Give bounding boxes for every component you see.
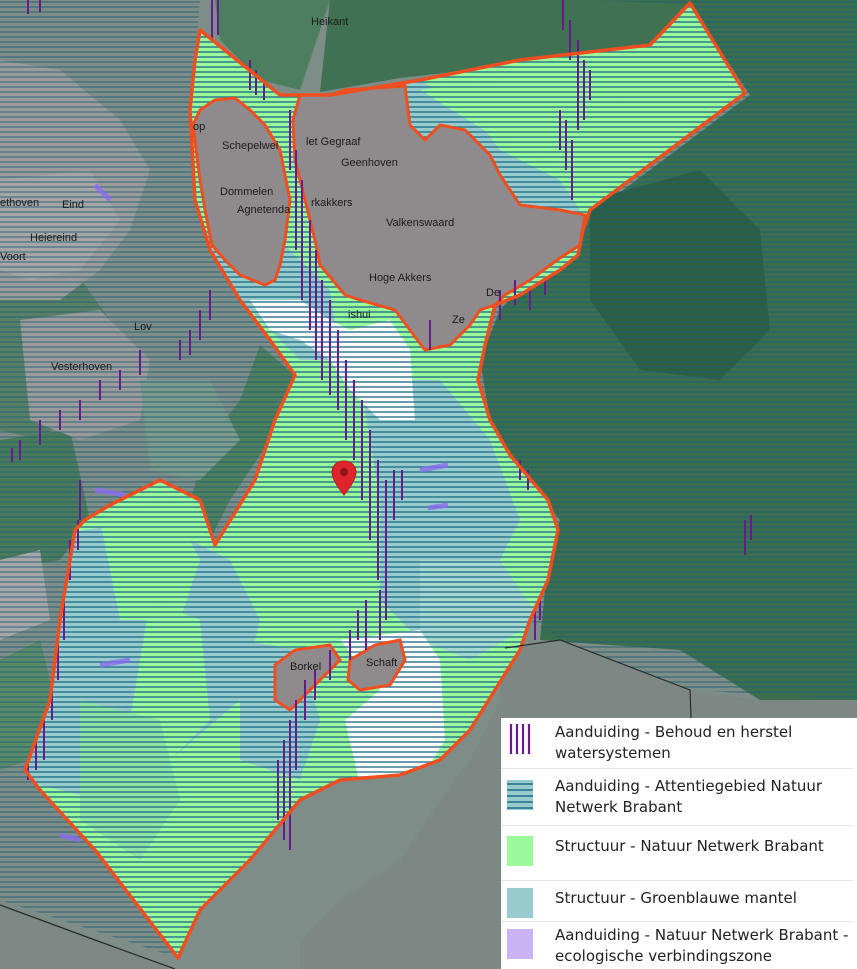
place-zeelst: Ze xyxy=(452,314,465,326)
place-lo: Lov xyxy=(134,321,152,333)
place-heiereind: Heiereind xyxy=(30,232,77,244)
legend-divider xyxy=(501,921,853,922)
place-geenhoven: Geenhoven xyxy=(341,157,398,169)
legend-label: Aanduiding - Natuur Netwerk Brabant - ec… xyxy=(555,926,849,965)
legend-divider xyxy=(501,825,853,826)
legend-divider xyxy=(501,768,853,769)
legend-divider xyxy=(501,880,853,881)
place-eind: Eind xyxy=(62,199,84,211)
place-hoge-akkers: Hoge Akkers xyxy=(369,272,432,284)
place-dommelen: Dommelen xyxy=(220,186,273,198)
map-legend: Aanduiding - Behoud en herstel watersyst… xyxy=(501,718,857,969)
lavender-swatch-icon xyxy=(507,929,533,959)
teal-swatch-icon xyxy=(507,888,533,918)
horizontal-lines-swatch-icon xyxy=(507,780,533,810)
green-swatch-icon xyxy=(507,836,533,866)
legend-label: Aanduiding - Behoud en herstel watersyst… xyxy=(555,723,793,762)
place-het-gegraaf: let Gegraaf xyxy=(306,136,361,148)
place-agnetendal: Agnetenda xyxy=(237,204,291,216)
place-kerkakkers: rkakkers xyxy=(311,197,353,209)
place-voort: Voort xyxy=(0,251,26,263)
place-dorp: De xyxy=(486,287,500,299)
place-valkenswaard: Valkenswaard xyxy=(386,217,454,229)
place-westerhoven: Vesterhoven xyxy=(51,361,112,373)
place-borkel: Borkel xyxy=(290,661,321,673)
legend-label: Aanduiding - Attentiegebied Natuur Netwe… xyxy=(555,777,823,816)
place-ishuis: ishui xyxy=(348,309,371,321)
vertical-lines-swatch-icon xyxy=(509,724,531,754)
place-schepelweijer: Schepelwei xyxy=(222,140,278,152)
place-heikant: Heikant xyxy=(311,16,348,28)
place-eethoven: ethoven xyxy=(0,197,39,209)
place-schaft: Schaft xyxy=(366,657,397,669)
legend-label: Structuur - Natuur Netwerk Brabant xyxy=(555,837,824,855)
place-top: op xyxy=(193,121,205,133)
legend-label: Structuur - Groenblauwe mantel xyxy=(555,889,797,907)
